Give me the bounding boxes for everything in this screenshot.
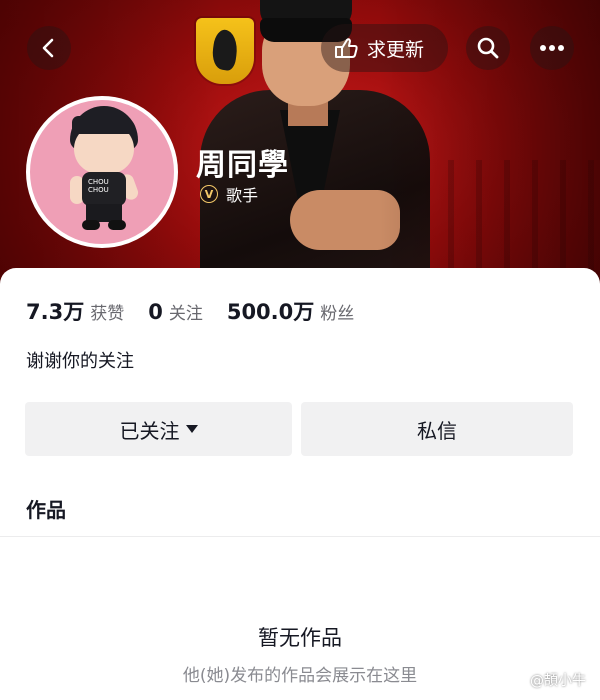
verified-v-icon: V [200,185,218,203]
avatar[interactable]: CHOU CHOU [26,96,178,248]
back-button[interactable] [27,26,71,70]
watermark: @頡小牛 [510,670,586,690]
stat-value: 0 [148,300,163,324]
profile-name: 周同學 [196,148,289,183]
more-button[interactable] [530,26,574,70]
verified-tag: V 歌手 [200,182,258,206]
profile-card: 7.3万 获赞 0 关注 500.0万 粉丝 谢谢你的关注 已关注 私信 作品 … [0,268,600,700]
following-button[interactable]: 已关注 [25,402,292,456]
request-update-button[interactable]: 求更新 [321,24,448,72]
watermark-text: @頡小牛 [530,673,586,689]
message-button[interactable]: 私信 [301,402,573,456]
caret-down-icon [185,425,198,433]
stat-value: 500.0万 [226,300,315,324]
search-button[interactable] [466,26,510,70]
verified-title: 歌手 [226,186,259,205]
chevron-left-icon [42,38,54,58]
watermark-icon [510,672,526,688]
stat-label: 关注 [168,304,203,324]
stat-fans[interactable]: 500.0万 粉丝 [227,296,354,326]
stat-likes: 7.3万 获赞 [26,296,124,326]
stats-row: 7.3万 获赞 0 关注 500.0万 粉丝 [26,296,378,326]
request-update-label: 求更新 [367,38,425,61]
hand-pointer-icon [335,38,358,58]
message-label: 私信 [417,418,457,443]
stat-value: 7.3万 [26,300,85,324]
following-label: 已关注 [119,418,180,443]
divider [0,536,600,537]
stat-label: 粉丝 [320,304,355,324]
empty-state-title: 暂无作品 [258,626,342,650]
profile-bio: 谢谢你的关注 [26,351,134,372]
search-icon [477,37,499,59]
tab-works[interactable]: 作品 [26,494,66,523]
stat-following[interactable]: 0 关注 [148,299,203,324]
stat-label: 获赞 [90,304,125,324]
more-dots-icon [540,45,564,51]
